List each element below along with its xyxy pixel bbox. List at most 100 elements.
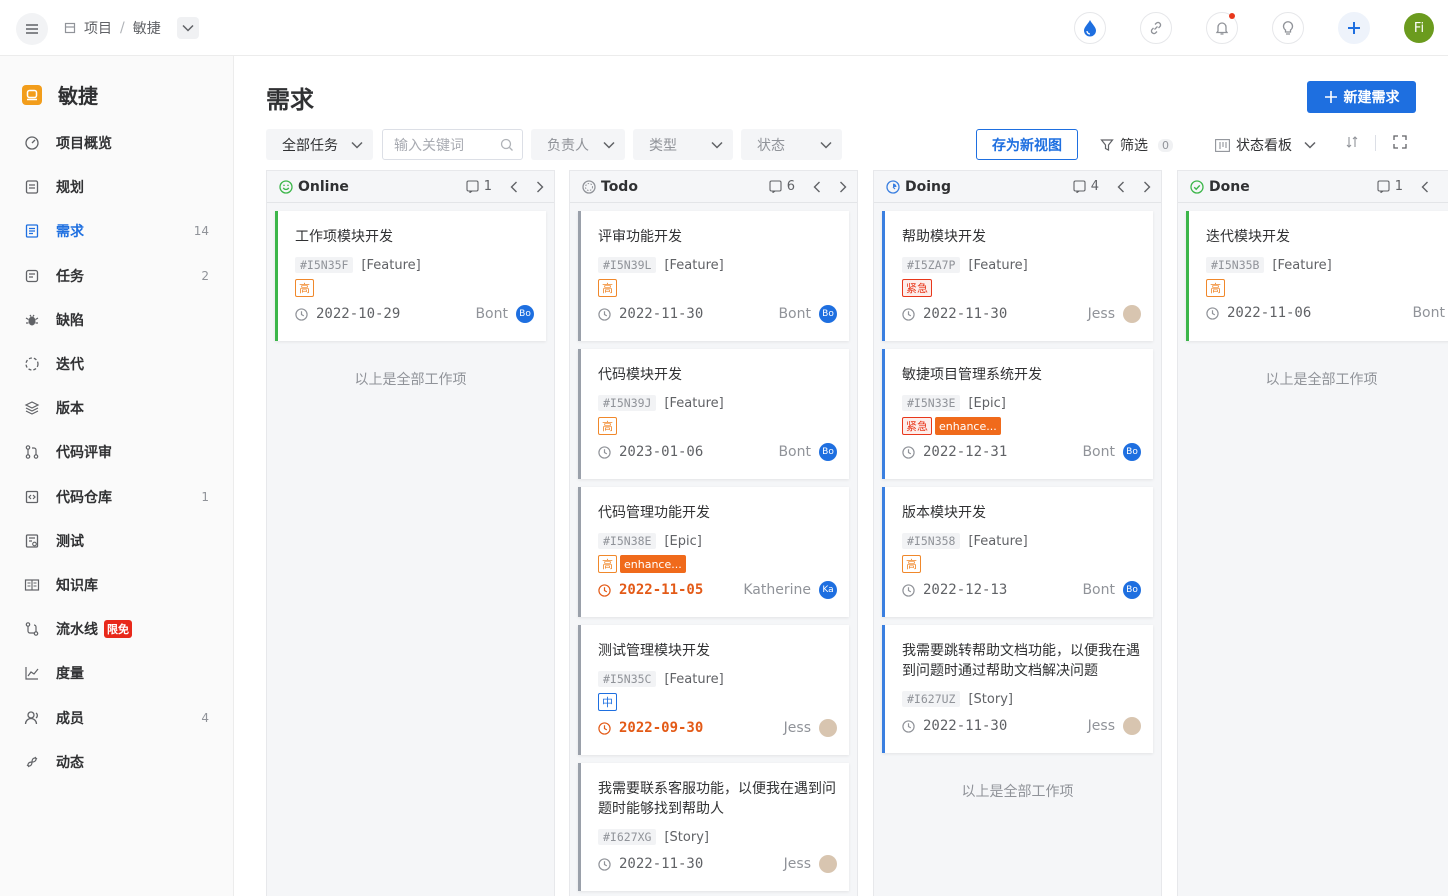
status-select[interactable]: 状态 — [741, 129, 842, 160]
hamburger-icon — [26, 24, 38, 34]
card-assignee[interactable]: Bont Bo — [475, 305, 534, 323]
column-done: Done 1 迭代模块开发 #I5N35B [Feature] 高 2022-11-06 Bo… — [1177, 170, 1448, 896]
card-meta: #I5N35F [Feature] — [295, 257, 421, 273]
chevron-left-icon[interactable] — [510, 181, 518, 193]
card-due-date: 2023-01-06 — [598, 444, 703, 460]
chevron-down-icon — [351, 141, 363, 149]
column-doing: Doing 4 帮助模块开发 #I5ZA7P [Feature] 紧急 2022-11-30… — [873, 170, 1162, 896]
user-avatar[interactable]: Fi — [1404, 13, 1434, 43]
menu-toggle-button[interactable] — [16, 13, 48, 45]
members-icon — [24, 710, 40, 726]
bug-icon — [24, 312, 40, 328]
card-meta: #I627UZ [Story] — [902, 691, 1013, 707]
sidebar-item-plan[interactable]: 规划 — [0, 165, 233, 209]
sidebar-item-metrics[interactable]: 度量 — [0, 651, 233, 695]
card-assignee[interactable]: Katherine Ka — [743, 581, 837, 599]
pipeline-icon — [24, 621, 40, 637]
sidebar-item-label: 代码仓库 — [56, 489, 112, 506]
priority-tag: enhance... — [620, 555, 686, 573]
status-label: 状态 — [757, 137, 785, 154]
card-assignee[interactable]: Bont — [1412, 305, 1445, 321]
link-button[interactable] — [1140, 12, 1172, 44]
chevron-left-icon[interactable] — [1421, 181, 1429, 193]
activity-icon — [24, 754, 40, 770]
card-footer: 2022-11-30 Jess — [902, 717, 1141, 735]
assignee-select[interactable]: 负责人 — [531, 129, 625, 160]
sidebar-item-count: 1 — [201, 489, 209, 504]
requirement-card[interactable]: 评审功能开发 #I5N39L [Feature] 高 2022-11-30 Bont Bo — [578, 211, 849, 341]
sidebar-item-task[interactable]: 任务 2 — [0, 254, 233, 298]
sidebar-item-test[interactable]: 测试 — [0, 519, 233, 563]
filter-label: 筛选 — [1120, 138, 1148, 154]
new-requirement-button[interactable]: 新建需求 — [1307, 81, 1416, 113]
create-button[interactable] — [1338, 12, 1370, 44]
chevron-right-icon[interactable] — [536, 181, 544, 193]
requirement-card[interactable]: 我需要跳转帮助文档功能，以便我在遇到问题时通过帮助文档解决问题 #I627UZ [S… — [882, 625, 1153, 753]
requirement-card[interactable]: 测试管理模块开发 #I5N35C [Feature] 中 2022-09-30 Jess — [578, 625, 849, 755]
fullscreen-button[interactable] — [1393, 135, 1407, 149]
notifications-button[interactable] — [1206, 12, 1238, 44]
all-tasks-select[interactable]: 全部任务 — [266, 129, 373, 160]
card-assignee[interactable]: Jess — [1088, 717, 1141, 735]
sidebar-item-wiki[interactable]: 知识库 — [0, 563, 233, 607]
card-meta: #I5N35C [Feature] — [598, 671, 724, 687]
view-switch-dropdown[interactable]: 状态看板 — [1215, 135, 1316, 155]
sidebar-item-pipeline[interactable]: 流水线 限免 — [0, 607, 233, 651]
requirement-card[interactable]: 代码管理功能开发 #I5N38E [Epic] 高 enhance... 2022-11-… — [578, 487, 849, 617]
assignee-label: 负责人 — [547, 137, 589, 154]
requirement-card[interactable]: 迭代模块开发 #I5N35B [Feature] 高 2022-11-06 Bont — [1186, 211, 1448, 341]
card-assignee[interactable]: Bont Bo — [778, 305, 837, 323]
card-meta: #I5N358 [Feature] — [902, 533, 1028, 549]
type-select[interactable]: 类型 — [633, 129, 733, 160]
sidebar-item-requirement[interactable]: 需求 14 — [0, 209, 233, 253]
sidebar-item-repository[interactable]: 代码仓库 1 — [0, 475, 233, 519]
tips-button[interactable] — [1272, 12, 1304, 44]
card-assignee[interactable]: Bont Bo — [1082, 443, 1141, 461]
card-title: 代码模块开发 — [598, 367, 682, 383]
project-switch-dropdown[interactable] — [176, 17, 199, 39]
project-header[interactable]: 敏捷 — [22, 80, 98, 109]
card-tags: 高 enhance... — [598, 555, 686, 573]
sidebar-item-code-review[interactable]: 代码评审 — [0, 430, 233, 474]
chevron-left-icon[interactable] — [1117, 181, 1125, 193]
priority-tag: 高 — [598, 555, 617, 573]
sort-button[interactable] — [1345, 135, 1359, 149]
card-meta: #I5N39L [Feature] — [598, 257, 724, 273]
card-assignee[interactable]: Jess — [784, 719, 837, 737]
clock-icon — [902, 583, 915, 597]
sidebar-item-bug[interactable]: 缺陷 — [0, 298, 233, 342]
card-assignee[interactable]: Bont Bo — [778, 443, 837, 461]
chevron-right-icon[interactable] — [839, 181, 847, 193]
save-view-button[interactable]: 存为新视图 — [976, 129, 1078, 160]
requirement-card[interactable]: 帮助模块开发 #I5ZA7P [Feature] 紧急 2022-11-30 Jess — [882, 211, 1153, 341]
sidebar-item-iteration[interactable]: 迭代 — [0, 342, 233, 386]
requirement-card[interactable]: 代码模块开发 #I5N39J [Feature] 高 2023-01-06 Bont Bo — [578, 349, 849, 479]
column-count-value: 4 — [1090, 179, 1099, 194]
sidebar-item-dashboard[interactable]: 项目概览 — [0, 121, 233, 165]
requirement-card[interactable]: 敏捷项目管理系统开发 #I5N33E [Epic] 紧急 enhance... 2022-… — [882, 349, 1153, 479]
search-input[interactable]: 输入关键词 — [382, 129, 523, 160]
card-assignee[interactable]: Bont Bo — [1082, 581, 1141, 599]
chevron-left-icon[interactable] — [813, 181, 821, 193]
card-assignee[interactable]: Jess — [784, 855, 837, 873]
filter-button[interactable]: 筛选 0 — [1100, 135, 1173, 155]
search-placeholder: 输入关键词 — [394, 137, 464, 154]
sidebar-item-members[interactable]: 成员 4 — [0, 695, 233, 739]
sidebar-item-activity[interactable]: 动态 — [0, 740, 233, 784]
due-date-value: 2023-01-06 — [619, 444, 704, 460]
breadcrumb-current[interactable]: 敏捷 — [133, 18, 161, 38]
requirement-card[interactable]: 我需要联系客服功能，以便我在遇到问题时能够找到帮助人 #I627XG [Story]… — [578, 763, 849, 891]
card-assignee[interactable]: Jess — [1088, 305, 1141, 323]
sidebar-item-label: 流水线 — [56, 622, 98, 639]
breadcrumb-projects-link[interactable]: 项目 — [84, 18, 112, 38]
plan-icon — [24, 179, 40, 195]
notification-dot — [1229, 13, 1235, 19]
chevron-right-icon[interactable] — [1143, 181, 1151, 193]
requirement-card[interactable]: 工作项模块开发 #I5N35F [Feature] 高 2022-10-29 Bont Bo — [275, 211, 546, 341]
card-id: #I5ZA7P — [902, 257, 961, 273]
column-title: Online — [298, 178, 349, 195]
search-icon — [500, 138, 513, 151]
requirement-card[interactable]: 版本模块开发 #I5N358 [Feature] 高 2022-12-13 Bont Bo — [882, 487, 1153, 617]
sidebar-item-version[interactable]: 版本 — [0, 386, 233, 430]
gitee-drop-button[interactable] — [1074, 12, 1106, 44]
